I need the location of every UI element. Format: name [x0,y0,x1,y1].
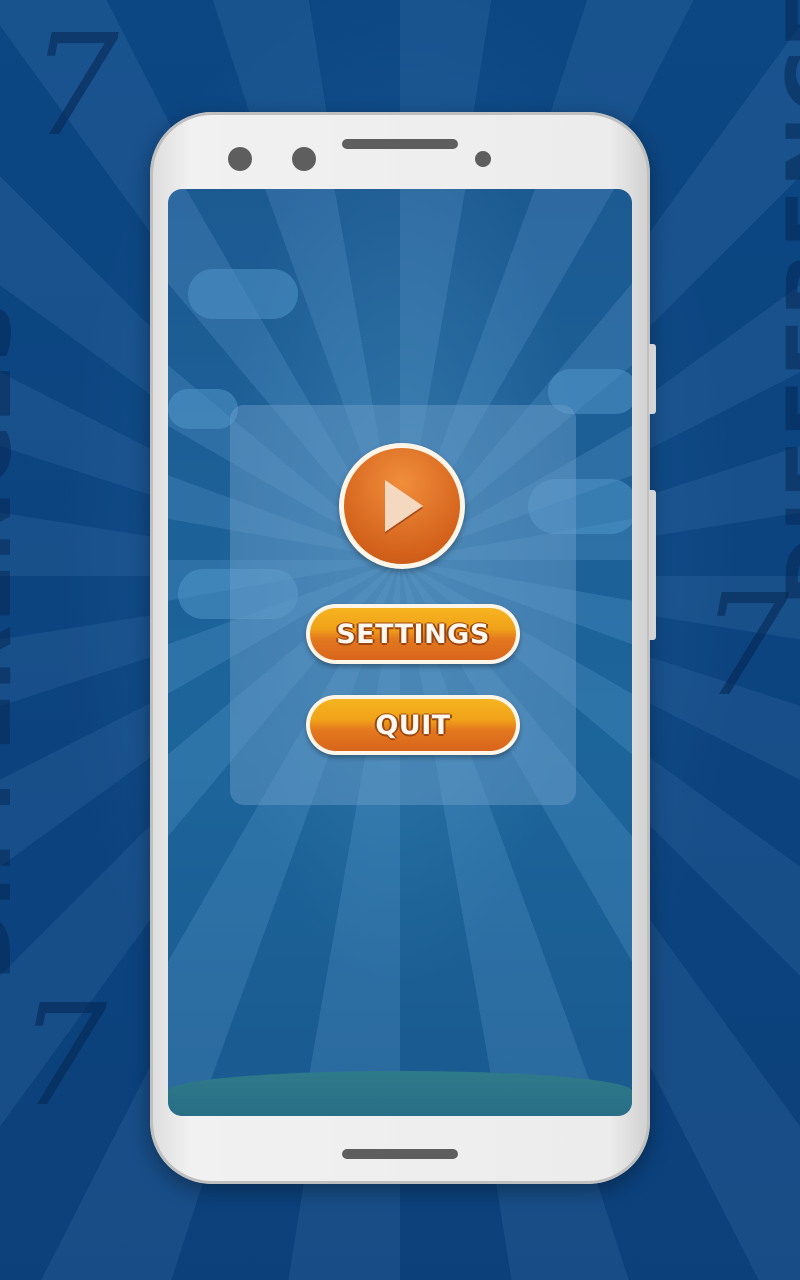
phone-volume-button [649,344,656,414]
front-camera-icon [228,147,252,171]
bg-number-top-left: 7 [30,5,120,168]
bg-title-right: DIFFERENCES [769,0,800,607]
proximity-sensor-icon [475,151,491,167]
cloud [188,269,298,319]
ground [168,1071,632,1116]
quit-button-face: QUIT [310,699,516,751]
phone-power-button [649,490,656,640]
phone-frame: SETTINGS QUIT [150,112,656,1184]
cloud [168,389,238,429]
play-icon [385,480,423,532]
bg-title-left: DIFFERENCES [0,298,32,982]
settings-button[interactable]: SETTINGS [306,604,520,664]
bg-number-right: 7 [700,565,790,728]
earpiece-speaker [342,139,458,149]
bottom-speaker [342,1149,458,1159]
front-sensor-icon [292,147,316,171]
settings-label: SETTINGS [336,618,490,650]
play-button-face [344,448,460,564]
game-screen: SETTINGS QUIT [168,189,632,1116]
settings-button-face: SETTINGS [310,608,516,660]
play-button[interactable] [339,443,465,569]
quit-label: QUIT [375,709,451,741]
bg-number-bottom-left: 7 [18,975,108,1138]
main-menu-panel: SETTINGS QUIT [230,405,576,805]
quit-button[interactable]: QUIT [306,695,520,755]
